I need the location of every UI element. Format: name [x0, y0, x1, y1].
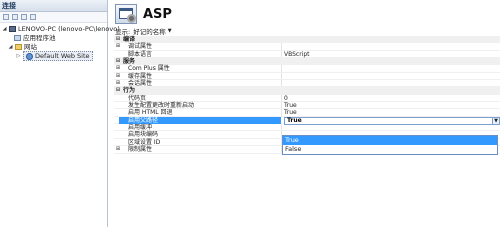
feature-title-row: ASP [115, 3, 172, 25]
category-row[interactable]: ⊟ 行为 [114, 87, 500, 95]
property-value[interactable]: VBScript [284, 51, 310, 58]
property-name: Com Plus 属性 [128, 65, 170, 73]
connections-pane: 连接 ◢ LENOVO-PC (lenovo-PC\lenovo) 应用程序池 … [0, 0, 120, 227]
column-divider [281, 43, 282, 50]
collapse-icon[interactable]: ⊟ [115, 87, 121, 94]
column-divider [281, 94, 282, 102]
value-dropdown-list: True False [282, 135, 498, 155]
property-name: 启用块编码 [128, 131, 159, 139]
tree-node-label: 网站 [24, 43, 37, 51]
expand-icon[interactable]: ▷ [16, 52, 21, 60]
property-row[interactable]: ⊞ 调试属性 [114, 43, 500, 51]
tree-node-label: 应用程序池 [23, 34, 56, 42]
connections-toolbar [0, 12, 107, 23]
gear-icon [127, 14, 136, 23]
window-titlebar-shape [119, 8, 133, 11]
property-row[interactable]: 脚本语言 VBScript [114, 50, 500, 59]
property-name: 缓存属性 [128, 72, 153, 80]
back-icon[interactable] [21, 14, 27, 20]
asp-feature-icon [115, 4, 137, 24]
property-value[interactable]: 0 [284, 95, 288, 102]
folder-icon [15, 44, 22, 50]
property-name: 代码页 [128, 94, 147, 102]
expand-icon[interactable]: ⊞ [115, 43, 121, 50]
save-icon[interactable] [12, 14, 18, 20]
property-row[interactable]: 启用 HTML 回退 True [114, 109, 500, 117]
column-divider [281, 80, 282, 87]
property-row[interactable]: 启用缓冲 [114, 124, 500, 132]
property-name: 启用 HTML 回退 [128, 109, 173, 117]
column-divider [281, 72, 282, 80]
display-value: 好记的名称 [133, 27, 166, 36]
app-pool-icon [14, 35, 21, 41]
tree-node-label: LENOVO-PC (lenovo-PC\lenovo) [18, 25, 120, 33]
feature-pane: ASP 显示: 好记的名称 ▼ ⊟ 编译 ⊞ 调试属性 脚本语言 VBScrip… [112, 0, 500, 227]
column-divider [281, 109, 282, 116]
tree-node-sites[interactable]: ◢ 网站 [8, 43, 37, 51]
selected-node: Default Web Site [23, 51, 93, 61]
column-divider [281, 50, 282, 58]
category-row[interactable]: ⊟ 服务 [114, 58, 500, 66]
connections-header: 连接 [0, 0, 107, 12]
globe-icon [26, 52, 33, 60]
dropdown-option-true[interactable]: True [283, 136, 497, 145]
collapse-icon[interactable]: ◢ [2, 25, 7, 33]
property-name: 限制属性 [128, 146, 153, 154]
collapse-icon[interactable]: ◢ [8, 43, 13, 51]
display-label: 显示: [115, 27, 131, 36]
tree-node-app-pools[interactable]: 应用程序池 [14, 34, 56, 42]
column-divider [281, 102, 282, 109]
property-value[interactable]: True [284, 102, 297, 109]
property-name: 调试属性 [128, 43, 153, 51]
property-row[interactable]: 代码页 0 [114, 94, 500, 103]
dropdown-option-false[interactable]: False [283, 145, 497, 154]
page-title: ASP [143, 6, 172, 22]
category-row[interactable]: ⊟ 编译 [114, 36, 500, 44]
property-row-selected[interactable]: 启用父路径 True ▼ [114, 116, 500, 125]
column-divider [281, 65, 282, 72]
category-label: 行为 [123, 87, 136, 95]
collapse-icon[interactable]: ⊟ [115, 36, 121, 43]
collapse-icon[interactable]: ⊟ [115, 58, 121, 65]
tree-node-server[interactable]: ◢ LENOVO-PC (lenovo-PC\lenovo) [2, 25, 120, 33]
property-row[interactable]: ⊞ 会话属性 [114, 80, 500, 88]
display-row: 显示: 好记的名称 ▼ [115, 26, 172, 36]
property-value[interactable]: True [284, 109, 297, 116]
chevron-down-icon: ▼ [167, 27, 172, 34]
column-divider [281, 124, 282, 131]
expand-icon[interactable]: ⊞ [115, 146, 121, 153]
expand-icon[interactable]: ⊞ [115, 73, 121, 80]
connect-icon[interactable] [3, 14, 9, 20]
display-select[interactable]: 好记的名称 ▼ [133, 26, 171, 36]
server-icon [9, 26, 16, 32]
refresh-icon[interactable] [30, 14, 36, 20]
expand-icon[interactable]: ⊞ [115, 80, 121, 87]
property-row[interactable]: ⊞ Com Plus 属性 [114, 65, 500, 73]
property-name: 脚本语言 [128, 50, 153, 58]
tree-node-default-web-site[interactable]: ▷ Default Web Site [16, 51, 93, 61]
expand-icon[interactable]: ⊞ [115, 65, 121, 72]
property-row[interactable]: ⊞ 缓存属性 [114, 72, 500, 81]
tree-node-label: Default Web Site [35, 52, 90, 60]
